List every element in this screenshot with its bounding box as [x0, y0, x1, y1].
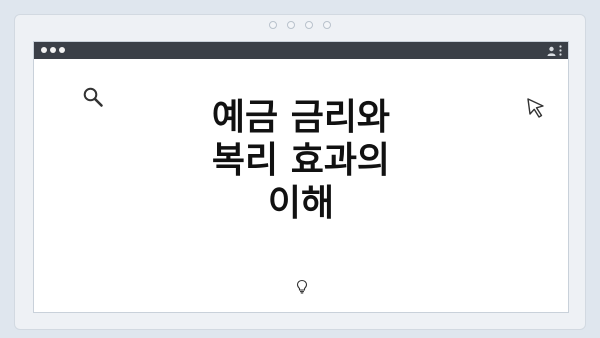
- browser-titlebar: [34, 42, 568, 59]
- window-maximize-dot-icon[interactable]: [59, 47, 65, 53]
- headline-line: 예금 금리와: [211, 97, 391, 138]
- kebab-menu-icon[interactable]: [559, 45, 562, 56]
- top-dot-indicators: [15, 21, 585, 29]
- dot-indicator-icon: [305, 21, 313, 29]
- window-minimize-dot-icon[interactable]: [50, 47, 56, 53]
- lightbulb-icon: [296, 279, 308, 294]
- dot-indicator-icon: [323, 21, 331, 29]
- headline-line: 이해: [267, 183, 335, 224]
- browser-window: 예금 금리와 복리 효과의 이해: [33, 41, 569, 313]
- page-headline: 예금 금리와 복리 효과의 이해: [34, 96, 568, 225]
- user-icon[interactable]: [547, 46, 556, 56]
- headline-line: 복리 효과의: [211, 140, 391, 181]
- dot-indicator-icon: [269, 21, 277, 29]
- dot-indicator-icon: [287, 21, 295, 29]
- window-close-dot-icon[interactable]: [41, 47, 47, 53]
